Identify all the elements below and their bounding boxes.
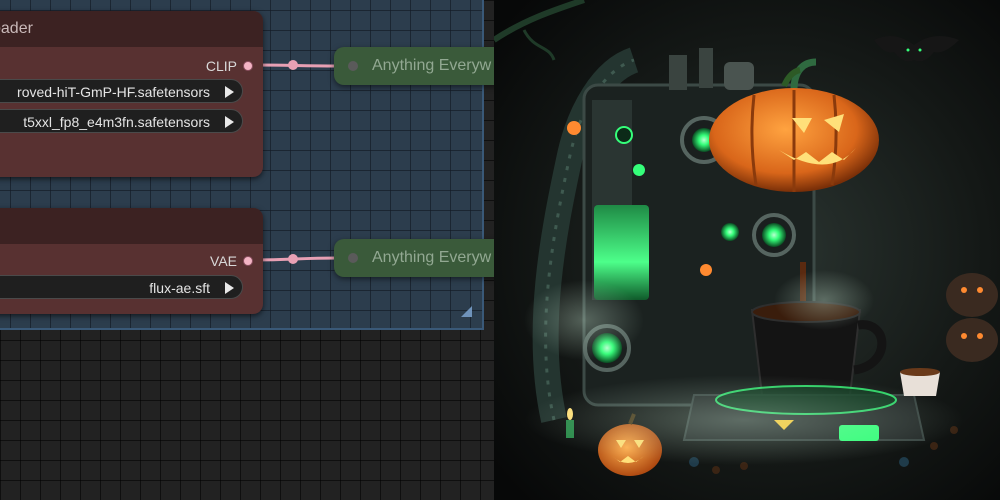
vae-name-widget[interactable]: flux-ae.sft <box>0 275 243 299</box>
clip-name2-value: t5xxl_fp8_e4m3fn.safetensors <box>23 114 210 130</box>
clip-output-slot[interactable]: CLIP <box>206 58 253 74</box>
vae-name-value: flux-ae.sft <box>149 280 210 296</box>
anything-everywhere-node-clip[interactable]: Anything Everyw <box>334 47 494 85</box>
clip-output-label: CLIP <box>205 58 237 74</box>
anything-node-title: Anything Everyw <box>372 57 492 74</box>
node-graph-canvas[interactable]: oader CLIP roved-hiT-GmP-HF.safetensors … <box>0 0 494 500</box>
clip-name1-value: roved-hiT-GmP-HF.safetensors <box>17 84 210 100</box>
clip-loader-title[interactable]: oader <box>0 11 263 47</box>
halloween-coffee-machine-image <box>494 0 1000 500</box>
clip-output-dot[interactable] <box>243 61 253 71</box>
clip-name2-widget[interactable]: t5xxl_fp8_e4m3fn.safetensors <box>0 109 243 133</box>
vae-output-dot[interactable] <box>243 256 253 266</box>
clip-link-midpoint <box>288 60 298 70</box>
vae-output-label: VAE <box>210 253 237 269</box>
generated-image-preview <box>494 0 1000 500</box>
vae-link-midpoint <box>288 254 298 264</box>
vae-name-arrow-icon[interactable] <box>225 282 234 294</box>
anything-everywhere-node-vae[interactable]: Anything Everyw <box>334 239 494 277</box>
anything-node-title: Anything Everyw <box>372 249 492 266</box>
vae-loader-node[interactable]: VAE flux-ae.sft <box>0 208 263 314</box>
vae-loader-title[interactable] <box>0 208 263 244</box>
clip-name1-widget[interactable]: roved-hiT-GmP-HF.safetensors <box>0 79 243 103</box>
clip-name2-arrow-icon[interactable] <box>225 116 234 128</box>
clip-loader-node[interactable]: oader CLIP roved-hiT-GmP-HF.safetensors … <box>0 11 263 177</box>
clip-name1-arrow-icon[interactable] <box>225 86 234 98</box>
anything-input-dot[interactable] <box>348 61 358 71</box>
anything-input-dot[interactable] <box>348 253 358 263</box>
vae-output-slot[interactable]: VAE <box>210 253 253 269</box>
